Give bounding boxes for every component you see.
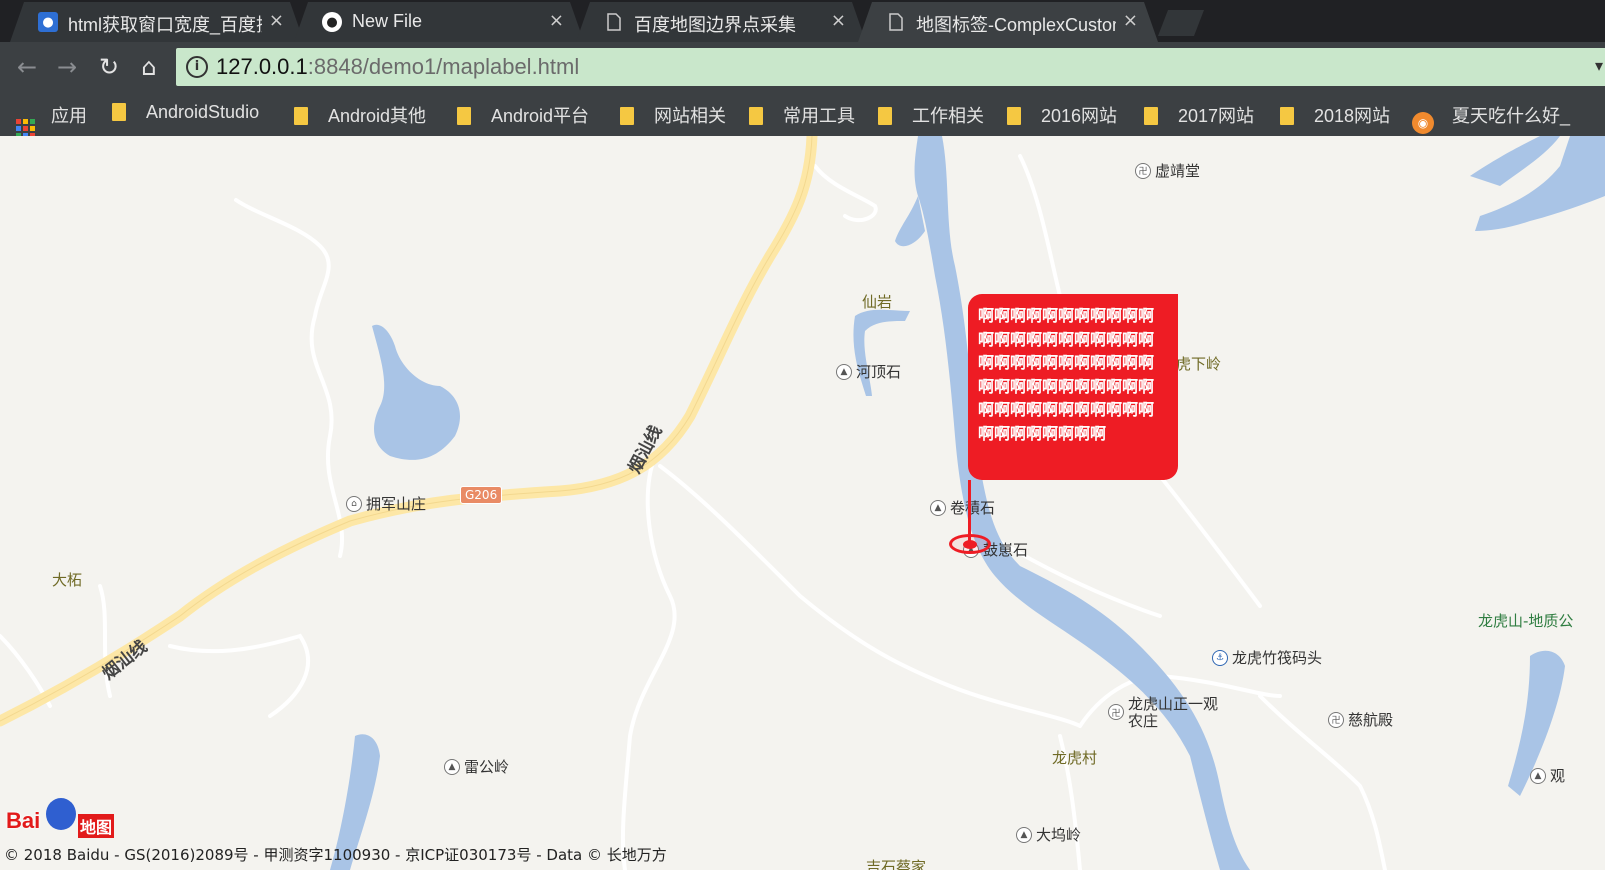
poi-temple[interactable]: 卍虚靖堂 [1135,160,1200,181]
back-icon[interactable]: ← [12,52,42,82]
place-label: 龙虎山-地质公 [1478,612,1574,630]
close-icon[interactable]: × [549,10,564,31]
poi-temple[interactable]: 卍慈航殿 [1328,709,1393,730]
baidu-map-logo[interactable]: Bai 地图 [4,798,114,840]
tab-title: html获取窗口宽度_百度搜 [68,15,262,35]
mountain-icon: ▲ [1016,826,1032,843]
chevron-down-icon[interactable]: ▾ [1595,56,1603,75]
poi-temple[interactable]: 卍龙虎山正一观 农庄 [1108,696,1218,730]
map-marker-icon[interactable] [963,540,977,549]
home-icon[interactable]: ⌂ [134,52,164,82]
folder-icon [1007,107,1021,125]
baidu-paw-icon [46,798,76,830]
tab-map-label[interactable]: 地图标签-ComplexCustom × [858,2,1158,42]
poi-mountain[interactable]: ▲ 大坞岭 [1016,824,1081,845]
poi-mountain[interactable]: ▲ 雷公岭 [444,756,509,777]
new-tab-button[interactable] [1158,10,1204,36]
poi-mountain[interactable]: ▲ 观 [1530,765,1565,786]
landmark-icon: ▲ [930,499,946,516]
close-icon[interactable]: × [831,10,846,31]
folder-icon [749,107,763,125]
forward-icon[interactable]: → [52,52,82,82]
place-label: 吉石蔡家 [866,858,927,870]
folder-icon [1280,107,1294,125]
bookmark-folder[interactable]: 2017网站 [1144,102,1254,126]
tab-title: 地图标签-ComplexCustom [916,15,1116,35]
complex-custom-label[interactable]: 啊啊啊啊啊啊啊啊啊啊啊啊啊啊啊啊啊啊啊啊啊啊啊啊啊啊啊啊啊啊啊啊啊啊啊啊啊啊啊啊… [968,294,1178,480]
baidu-logo-map-text: 地图 [78,814,114,838]
browser-toolbar: ← → ↻ ⌂ i 127.0.0.1:8848/demo1/maplabel.… [0,42,1605,92]
building-icon: ⌂ [346,495,362,512]
map-canvas[interactable]: 仙岩 虎下岭 大柘 龙虎村 龙虎山-地质公 吉石蔡家 卍虚靖堂 ▲ 河顶石 ▲ 卷積… [0,136,1605,870]
baidu-logo-text: Bai [6,808,41,833]
bookmarks-bar: 应用 AndroidStudio Android其他 Android平台 网站相… [0,92,1605,136]
bookmark-folder[interactable]: AndroidStudio [112,102,259,126]
folder-icon [112,103,126,121]
bookmark-site[interactable]: ◉ 夏天吃什么好_ [1412,102,1570,134]
close-icon[interactable]: × [269,10,284,31]
folder-icon [457,107,471,125]
landmark-icon: ▲ [836,363,852,380]
folder-icon [878,107,892,125]
tab-strip: ● html获取窗口宽度_百度搜 × ● New File × 百度地图边界点采… [0,0,1605,42]
github-icon: ● [322,12,342,32]
highway-shield: G206 [460,486,503,504]
bookmark-folder[interactable]: Android平台 [457,102,589,126]
temple-icon: 卍 [1328,711,1344,728]
bookmark-folder[interactable]: 工作相关 [878,102,984,126]
bookmark-folder[interactable]: Android其他 [294,102,426,126]
map-copyright: © 2018 Baidu - GS(2016)2089号 - 甲测资字11009… [4,846,667,864]
close-icon[interactable]: × [1123,10,1138,31]
poi-pier[interactable]: ⚓ 龙虎竹筏码头 [1212,647,1322,668]
folder-icon [620,107,634,125]
place-label: 仙岩 [862,293,893,311]
reload-icon[interactable]: ↻ [94,52,124,82]
folder-icon [1144,107,1158,125]
place-label: 虎下岭 [1176,355,1222,373]
status-area [0,870,1605,892]
document-icon [886,12,906,32]
tab-title: 百度地图边界点采集 [634,15,796,35]
bookmark-folder[interactable]: 2018网站 [1280,102,1390,126]
mountain-icon: ▲ [444,758,460,775]
bookmark-folder[interactable]: 网站相关 [620,102,726,126]
address-bar[interactable]: i 127.0.0.1:8848/demo1/maplabel.html ▾ [176,48,1605,86]
tab-baidu-search[interactable]: ● html获取窗口宽度_百度搜 × [10,2,304,42]
place-label: 龙虎村 [1052,749,1098,767]
document-icon [604,12,624,32]
poi-landmark[interactable]: ▲ 卷積石 [930,497,995,518]
cat-face-icon: ◉ [1412,112,1434,134]
info-icon[interactable]: i [186,56,208,78]
temple-icon: 卍 [1108,704,1124,720]
poi-landmark[interactable]: ▲ 河顶石 [836,361,901,382]
place-label: 大柘 [52,571,83,589]
map-base-layer [0,136,1605,870]
mountain-icon: ▲ [1530,767,1546,784]
bookmark-folder[interactable]: 2016网站 [1007,102,1117,126]
anchor-icon: ⚓ [1212,649,1228,666]
poi-resort[interactable]: ⌂ 拥军山庄 [346,493,426,514]
tab-new-file[interactable]: ● New File × [294,2,584,42]
baidu-paw-icon: ● [38,12,58,32]
folder-icon [294,107,308,125]
bookmark-folder[interactable]: 常用工具 [749,102,855,126]
bookmark-apps[interactable]: 应用 [16,102,87,136]
tab-title: New File [352,11,423,31]
temple-icon: 卍 [1135,162,1151,179]
tab-boundary-collect[interactable]: 百度地图边界点采集 × [576,2,866,42]
apps-grid-icon [16,119,35,136]
url-text[interactable]: 127.0.0.1:8848/demo1/maplabel.html [216,54,579,80]
